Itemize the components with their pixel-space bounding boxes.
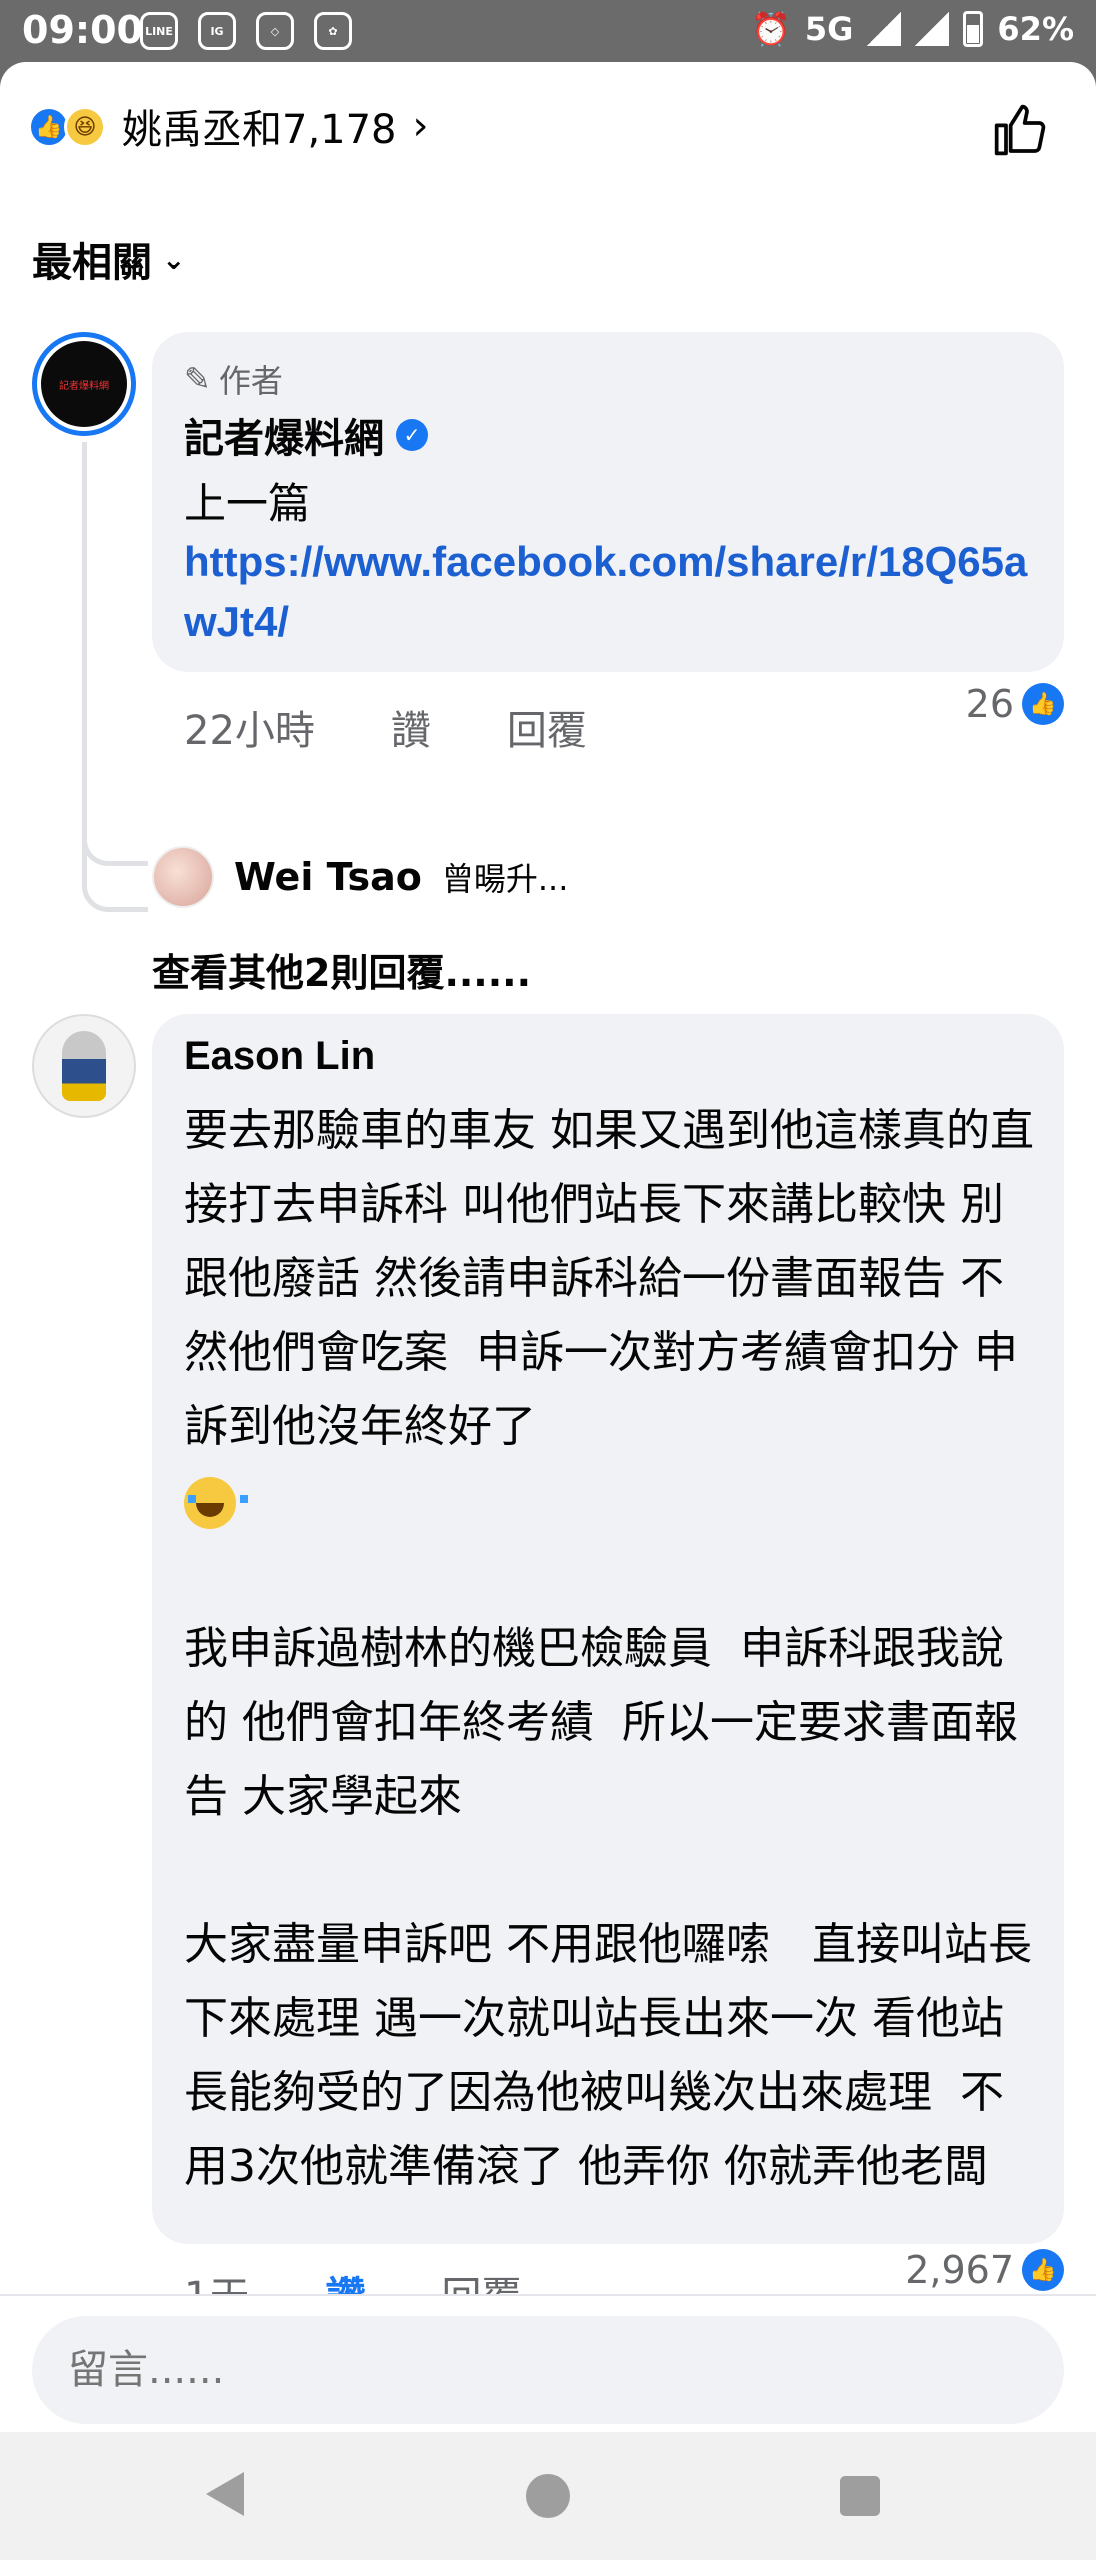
chevron-right-icon: › bbox=[412, 103, 429, 149]
home-icon[interactable] bbox=[526, 2474, 570, 2518]
reaction-count[interactable]: 2,967 👍 bbox=[905, 2248, 1064, 2292]
comments-sheet: 👍 😆 姚禹丞和7,178 › 最相關 ⌄ 記者爆料網 ✎ 作者 記者爆料網 ✓… bbox=[0, 62, 1096, 2432]
sort-dropdown[interactable]: 最相關 ⌄ bbox=[32, 230, 185, 288]
comment-author-name: 記者爆料網 bbox=[184, 416, 384, 462]
comment-bubble[interactable]: Eason Lin 要去那驗車的車友 如果又遇到他這樣真的直接打去申訴科 叫他們… bbox=[152, 1014, 1064, 2244]
reply-button[interactable]: 回覆 bbox=[507, 698, 587, 756]
reaction-count-value: 26 bbox=[965, 682, 1014, 726]
system-icons: ⏰ 5G 62% bbox=[751, 10, 1074, 48]
thread-line bbox=[82, 442, 87, 852]
like-icon: 👍 bbox=[1022, 2249, 1064, 2291]
signal-2-icon bbox=[915, 12, 950, 46]
avatar bbox=[152, 846, 214, 908]
comment-author[interactable]: 記者爆料網 ✓ bbox=[184, 406, 428, 464]
battery-icon bbox=[963, 11, 984, 47]
back-icon[interactable] bbox=[206, 2472, 244, 2516]
comment-bubble[interactable]: ✎ 作者 記者爆料網 ✓ 上一篇 https://www.facebook.co… bbox=[152, 332, 1064, 672]
comment-actions: 22小時 讚 回覆 bbox=[184, 698, 587, 756]
avatar-logo-text: 記者爆料網 bbox=[59, 380, 109, 392]
laughing-emoji-icon bbox=[184, 1477, 248, 1529]
view-more-replies-link[interactable]: 查看其他2則回覆...... bbox=[152, 942, 531, 997]
comment-text: 上一篇 bbox=[184, 479, 311, 528]
author-tag-label: 作者 bbox=[218, 362, 283, 400]
comment-author[interactable]: Eason Lin bbox=[184, 1034, 375, 1079]
comment-paragraph: 我申訴過樹林的機巴檢驗員 申訴科跟我說的 他們會扣年終考績 所以一定要求書面報告… bbox=[184, 1623, 1018, 1822]
chevron-down-icon: ⌄ bbox=[162, 242, 186, 276]
status-time: 09:00 bbox=[22, 8, 143, 52]
instagram-icon: IG bbox=[198, 12, 236, 50]
thread-connector-more bbox=[82, 852, 148, 912]
status-bar: 09:00 LINE IG ◇ ✿ ⏰ 5G 62% bbox=[0, 0, 1096, 62]
like-button[interactable]: 讚 bbox=[391, 698, 431, 756]
like-post-button[interactable] bbox=[988, 98, 1052, 162]
signal-icon bbox=[867, 12, 902, 46]
system-navigation-bar bbox=[0, 2432, 1096, 2560]
reaction-count-value: 2,967 bbox=[905, 2248, 1014, 2292]
reactions-summary[interactable]: 👍 😆 姚禹丞和7,178 › bbox=[28, 96, 429, 156]
like-icon: 👍 bbox=[1022, 683, 1064, 725]
author-badge: ✎ 作者 bbox=[184, 356, 283, 402]
sort-label: 最相關 bbox=[32, 240, 152, 286]
reaction-count[interactable]: 26 👍 bbox=[966, 682, 1064, 726]
battery-level: 62% bbox=[997, 10, 1074, 48]
pinwheel-icon: ✿ bbox=[314, 12, 352, 50]
reply-author: Wei Tsao bbox=[234, 855, 422, 899]
reply-snippet: 曾暘升... bbox=[441, 860, 569, 898]
avatar[interactable] bbox=[32, 1014, 136, 1118]
thumbs-up-icon bbox=[994, 104, 1046, 156]
comment-body: 要去那驗車的車友 如果又遇到他這樣真的直接打去申訴科 叫他們站長下來講比較快 別… bbox=[184, 1094, 1044, 2204]
verified-badge-icon: ✓ bbox=[396, 419, 428, 451]
pencil-icon: ✎ bbox=[184, 360, 211, 398]
recent-apps-icon[interactable] bbox=[840, 2476, 880, 2516]
comment-composer bbox=[0, 2294, 1096, 2432]
reactors-label: 姚禹丞和7,178 bbox=[122, 107, 397, 153]
comment-input[interactable] bbox=[32, 2316, 1064, 2424]
haha-icon: 😆 bbox=[64, 106, 106, 148]
alarm-icon: ⏰ bbox=[751, 10, 791, 48]
reaction-icons: 👍 😆 bbox=[28, 103, 112, 149]
comment-link[interactable]: https://www.facebook.com/share/r/18Q65aw… bbox=[184, 532, 1044, 652]
avatar-figure bbox=[62, 1031, 106, 1101]
comment-paragraph: 要去那驗車的車友 如果又遇到他這樣真的直接打去申訴科 叫他們站長下來講比較快 別… bbox=[184, 1105, 1034, 1452]
comment-paragraph: 大家盡量申訴吧 不用跟他囉嗦 直接叫站長下來處理 遇一次就叫站長出來一次 看他站… bbox=[184, 1919, 1032, 2192]
app-notification-icon: ◇ bbox=[256, 12, 294, 50]
avatar[interactable]: 記者爆料網 bbox=[32, 332, 136, 436]
line-app-icon: LINE bbox=[140, 12, 178, 50]
reply-preview[interactable]: Wei Tsao 曾暘升... bbox=[152, 846, 568, 908]
network-label: 5G bbox=[804, 10, 854, 48]
comment-time: 22小時 bbox=[184, 708, 315, 754]
notification-icons: LINE IG ◇ ✿ bbox=[140, 12, 352, 50]
